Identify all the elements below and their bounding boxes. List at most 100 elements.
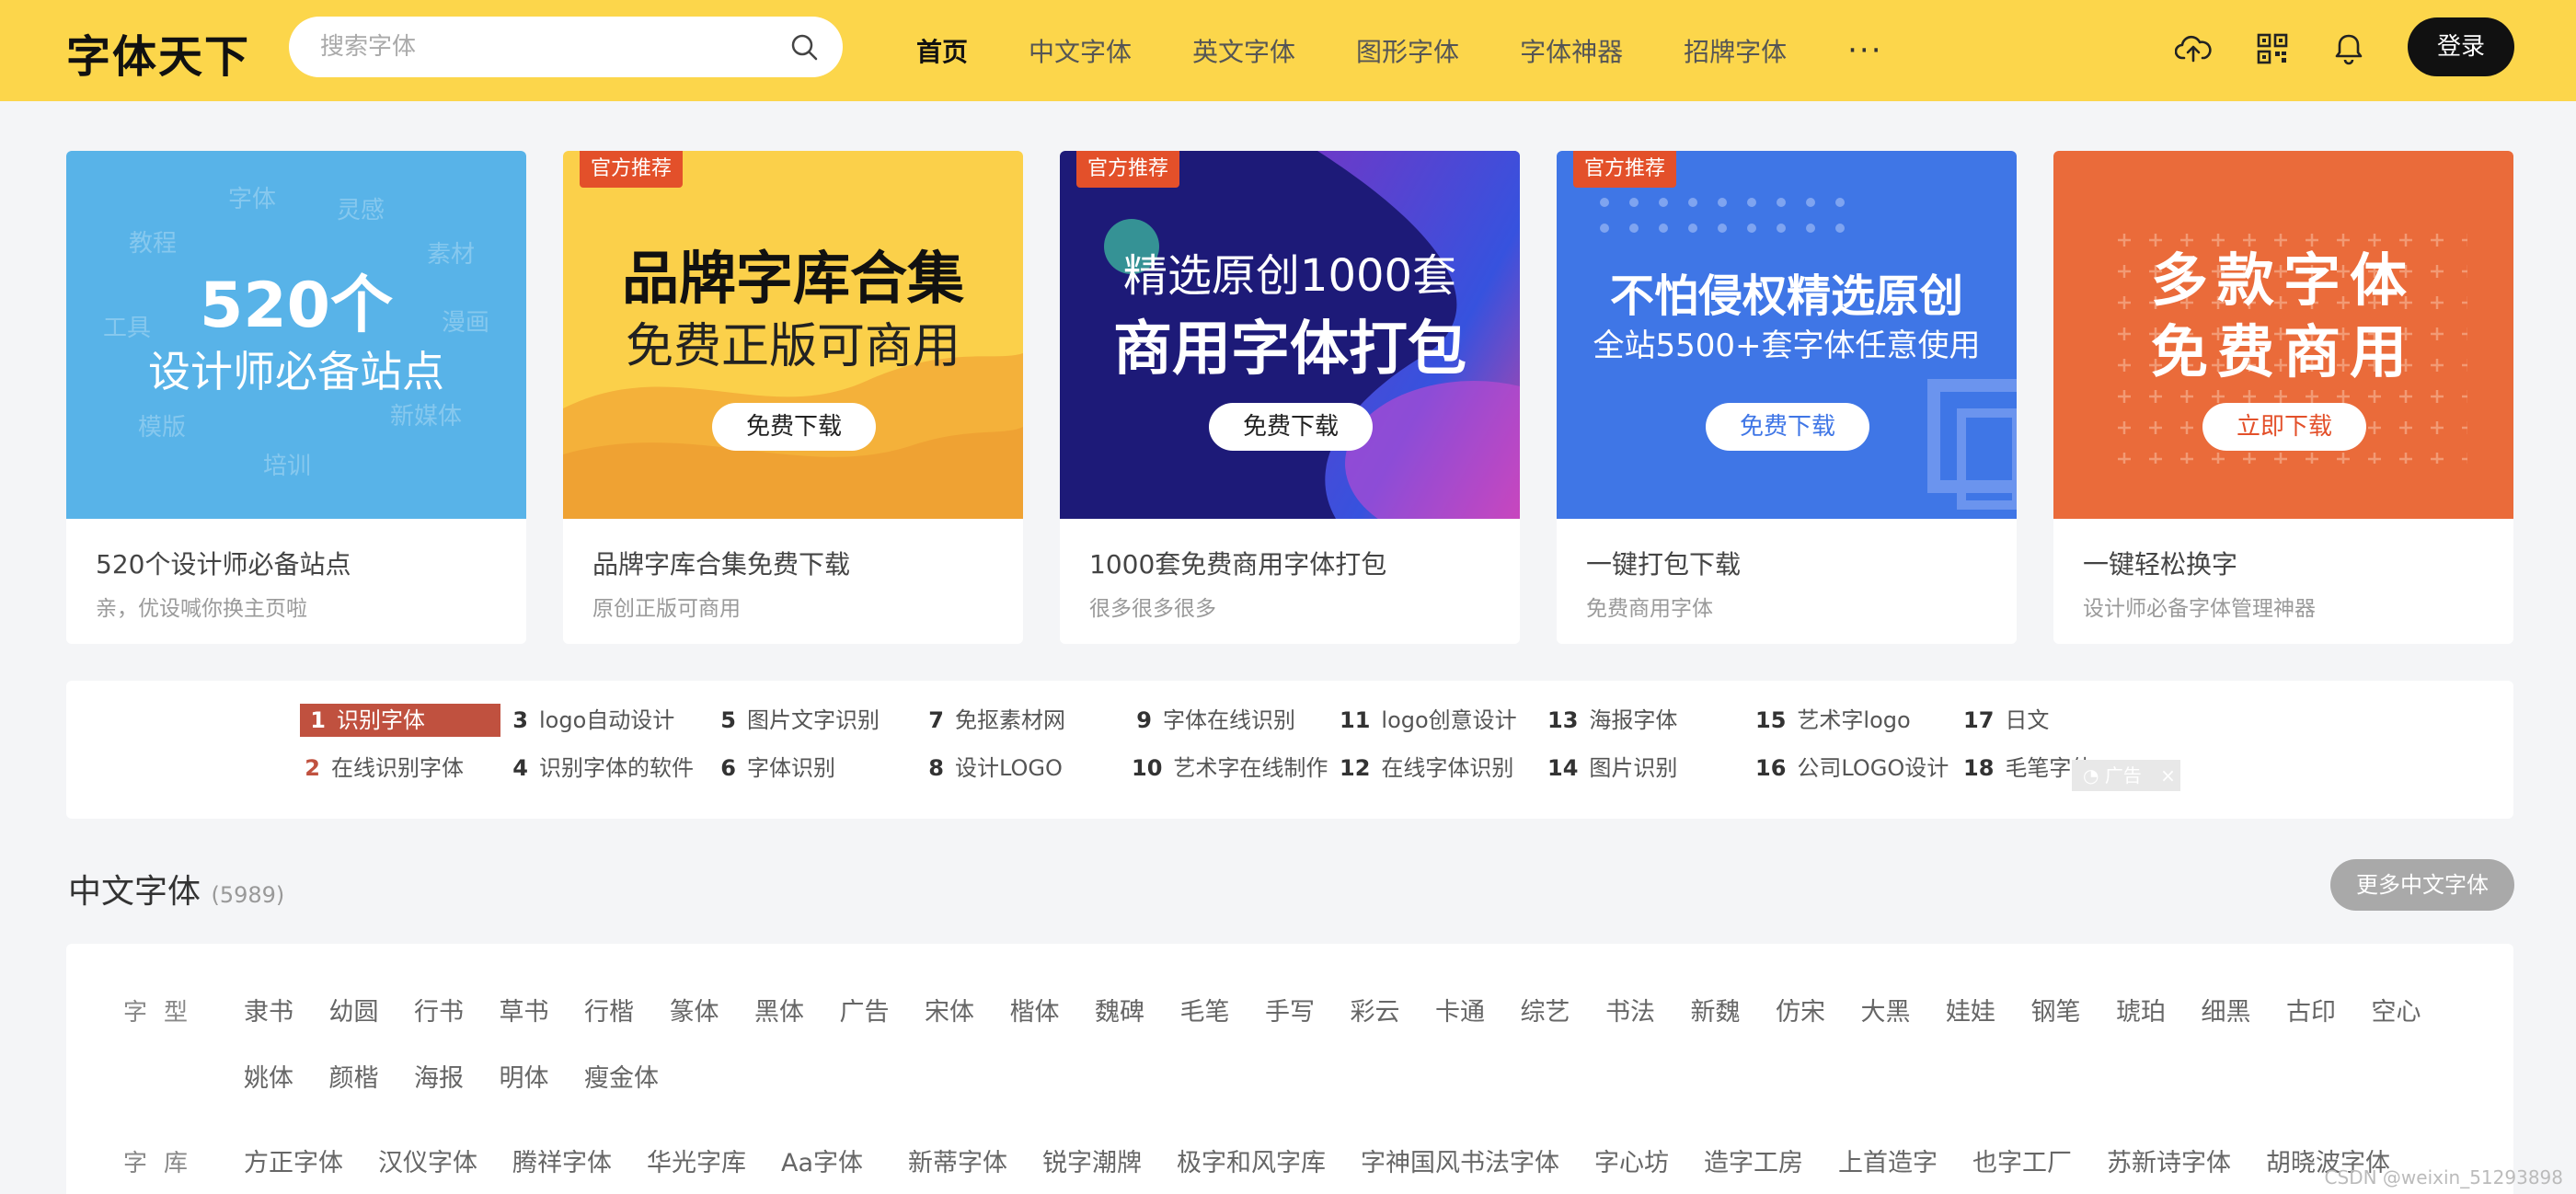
hot-keyword-item[interactable]: 3 logo自动设计: [508, 704, 674, 737]
filter-option[interactable]: 书法: [1605, 992, 1655, 1028]
filter-option[interactable]: 魏碑: [1095, 992, 1144, 1028]
nav-chinese-fonts[interactable]: 中文字体: [1029, 32, 1132, 69]
hot-keyword-item[interactable]: 13 海报字体: [1547, 704, 1677, 737]
free-download-button[interactable]: 免费下载: [1706, 403, 1869, 451]
nav-graphic-fonts[interactable]: 图形字体: [1356, 32, 1459, 69]
hot-keyword-item[interactable]: 12 在线字体识别: [1340, 752, 1513, 785]
bell-icon[interactable]: [2330, 30, 2367, 67]
filter-option[interactable]: Aa字体: [781, 1142, 863, 1178]
free-download-button[interactable]: 免费下载: [712, 403, 876, 451]
filter-option[interactable]: 上首造字: [1838, 1142, 1938, 1178]
hot-keyword-item[interactable]: 9 字体在线识别: [1132, 704, 1295, 737]
promo-banner-1[interactable]: 字体 灵感 教程 素材 工具 漫画 模版 新媒体 培训 520个 设计师必备站点: [66, 151, 526, 519]
filter-option[interactable]: 也字工厂: [1972, 1142, 2072, 1178]
filter-option[interactable]: 腾祥字体: [512, 1142, 612, 1178]
promo-banner-3[interactable]: 官方推荐 精选原创1000套 商用字体打包 免费下载: [1060, 151, 1520, 519]
hot-keyword-item[interactable]: 11 logo创意设计: [1340, 704, 1517, 737]
promo-card-2[interactable]: 官方推荐 品牌字库合集 免费正版可商用 免费下载 品牌字库合集免费下载 原创正版…: [563, 151, 1023, 644]
filter-option[interactable]: 空心: [2372, 992, 2421, 1028]
filter-option[interactable]: 华光字库: [647, 1142, 746, 1178]
promo-card-3[interactable]: 官方推荐 精选原创1000套 商用字体打包 免费下载 1000套免费商用字体打包…: [1060, 151, 1520, 644]
filter-option[interactable]: 宋体: [925, 992, 974, 1028]
nav-more-icon[interactable]: ···: [1847, 32, 1882, 69]
card-title[interactable]: 品牌字库合集免费下载: [592, 545, 850, 581]
card-title[interactable]: 一键打包下载: [1586, 545, 1741, 581]
hot-keyword-item[interactable]: 8 设计LOGO: [924, 752, 1063, 785]
ad-label[interactable]: ◔ 广告 ×: [2072, 760, 2180, 791]
ad-close-icon[interactable]: ×: [2160, 764, 2176, 786]
nav-home[interactable]: 首页: [916, 32, 968, 69]
filter-option[interactable]: 明体: [500, 1058, 549, 1094]
hot-keyword-item[interactable]: 10 艺术字在线制作: [1132, 752, 1328, 785]
filter-option[interactable]: 颜楷: [329, 1058, 379, 1094]
upload-cloud-icon[interactable]: [2175, 30, 2212, 67]
hot-keyword-item[interactable]: 5 图片文字识别: [716, 704, 880, 737]
promo-card-1[interactable]: 字体 灵感 教程 素材 工具 漫画 模版 新媒体 培训 520个 设计师必备站点…: [66, 151, 526, 644]
filter-option[interactable]: 新魏: [1691, 992, 1741, 1028]
filter-option[interactable]: 瘦金体: [584, 1058, 659, 1094]
filter-option[interactable]: 毛笔: [1180, 992, 1230, 1028]
filter-option[interactable]: 行书: [414, 992, 464, 1028]
filter-option[interactable]: 极字和风字库: [1177, 1142, 1326, 1178]
filter-option[interactable]: 细黑: [2202, 992, 2251, 1028]
hot-keyword-item[interactable]: 15 艺术字logo: [1755, 704, 1911, 737]
hot-keyword-item[interactable]: 14 图片识别: [1547, 752, 1677, 785]
qrcode-icon[interactable]: [2254, 30, 2291, 67]
hot-keyword-item[interactable]: 1 识别字体: [300, 704, 500, 737]
promo-banner-5[interactable]: 多款字体 免费商用 立即下载: [2053, 151, 2513, 519]
filter-option[interactable]: 方正字体: [244, 1142, 343, 1178]
hot-keyword-item[interactable]: 2 在线识别字体: [300, 752, 464, 785]
filter-option[interactable]: 黑体: [754, 992, 804, 1028]
filter-option[interactable]: 海报: [414, 1058, 464, 1094]
ad-info-icon: ◔: [2083, 764, 2099, 786]
more-chinese-fonts-button[interactable]: 更多中文字体: [2330, 859, 2514, 911]
nav-font-tools[interactable]: 字体神器: [1520, 32, 1623, 69]
filter-option[interactable]: 隶书: [244, 992, 293, 1028]
filter-option[interactable]: 字心坊: [1594, 1142, 1669, 1178]
hot-keyword-item[interactable]: 16 公司LOGO设计: [1755, 752, 1949, 785]
search-input[interactable]: [320, 17, 762, 77]
filter-option[interactable]: 造字工房: [1704, 1142, 1803, 1178]
filter-option[interactable]: 行楷: [584, 992, 634, 1028]
filter-option[interactable]: 草书: [500, 992, 549, 1028]
download-now-button[interactable]: 立即下载: [2202, 403, 2366, 451]
filter-option[interactable]: 新蒂字体: [908, 1142, 1007, 1178]
promo-card-4[interactable]: 官方推荐 不怕侵权精选原创 全站5500+套字体任意使用 免费下载 一键打包下载…: [1557, 151, 2017, 644]
top-header: 字体天下 首页 中文字体 英文字体 图形字体 字体神器 招牌字体 ··· 登录: [0, 0, 2576, 101]
filter-option[interactable]: 综艺: [1521, 992, 1570, 1028]
nav-english-fonts[interactable]: 英文字体: [1192, 32, 1295, 69]
promo-banner-2[interactable]: 官方推荐 品牌字库合集 免费正版可商用 免费下载: [563, 151, 1023, 519]
card-title[interactable]: 一键轻松换字: [2083, 545, 2237, 581]
filter-option[interactable]: 手写: [1265, 992, 1315, 1028]
filter-option[interactable]: 楷体: [1010, 992, 1060, 1028]
hot-keyword-item[interactable]: 17 日文: [1963, 704, 2049, 737]
free-download-button[interactable]: 免费下载: [1209, 403, 1373, 451]
hot-keyword-item[interactable]: 6 字体识别: [716, 752, 835, 785]
filter-option[interactable]: 娃娃: [1946, 992, 1995, 1028]
filter-option[interactable]: 钢笔: [2031, 992, 2081, 1028]
login-button[interactable]: 登录: [2408, 17, 2514, 76]
filter-option[interactable]: 字神国风书法字体: [1361, 1142, 1559, 1178]
filter-option[interactable]: 琥珀: [2116, 992, 2166, 1028]
promo-card-5[interactable]: 多款字体 免费商用 立即下载 一键轻松换字 设计师必备字体管理神器: [2053, 151, 2513, 644]
card-title[interactable]: 1000套免费商用字体打包: [1089, 545, 1386, 581]
hot-keyword-item[interactable]: 4 识别字体的软件: [508, 752, 694, 785]
filter-option[interactable]: 广告: [840, 992, 890, 1028]
filter-option[interactable]: 苏新诗字体: [2107, 1142, 2231, 1178]
search-icon[interactable]: [789, 32, 819, 62]
promo-banner-4[interactable]: 官方推荐 不怕侵权精选原创 全站5500+套字体任意使用 免费下载: [1557, 151, 2017, 519]
hot-keyword-item[interactable]: 7 免抠素材网: [924, 704, 1065, 737]
filter-option[interactable]: 卡通: [1435, 992, 1485, 1028]
filter-option[interactable]: 姚体: [244, 1058, 293, 1094]
filter-option[interactable]: 篆体: [670, 992, 719, 1028]
filter-option[interactable]: 大黑: [1861, 992, 1911, 1028]
filter-option[interactable]: 锐字潮牌: [1042, 1142, 1142, 1178]
filter-option[interactable]: 彩云: [1351, 992, 1400, 1028]
card-title[interactable]: 520个设计师必备站点: [96, 545, 351, 581]
filter-option[interactable]: 古印: [2286, 992, 2336, 1028]
filter-option[interactable]: 幼圆: [329, 992, 379, 1028]
filter-option[interactable]: 仿宋: [1776, 992, 1825, 1028]
site-logo[interactable]: 字体天下: [66, 20, 250, 85]
nav-signboard-fonts[interactable]: 招牌字体: [1684, 32, 1787, 69]
filter-option[interactable]: 汉仪字体: [378, 1142, 477, 1178]
